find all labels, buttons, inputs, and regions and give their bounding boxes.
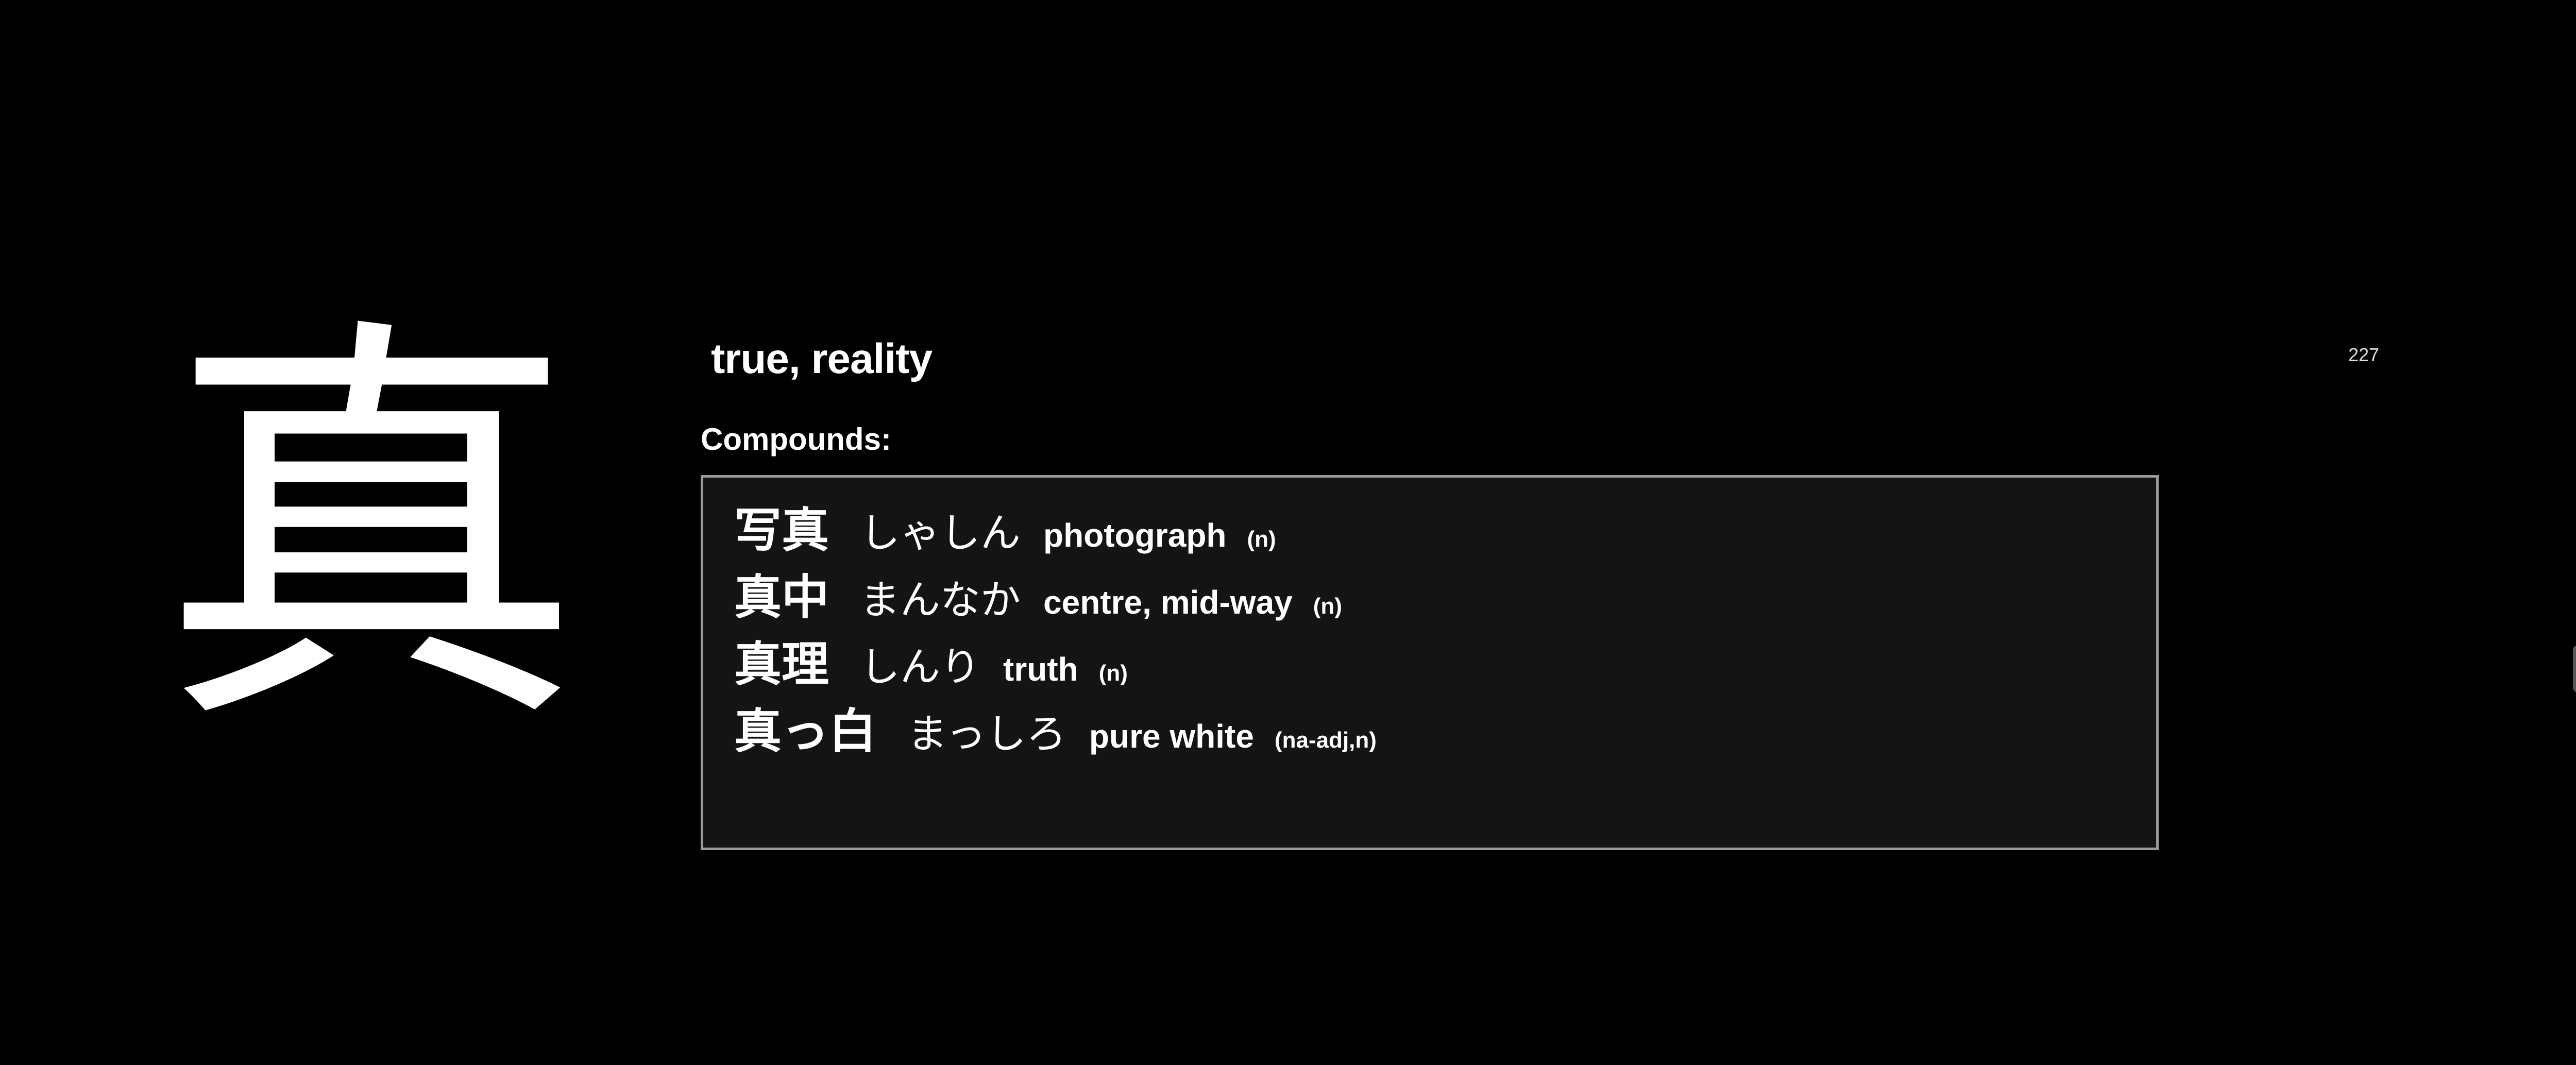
- compound-meaning: truth: [1003, 651, 1078, 688]
- compound-word: 真中: [734, 570, 829, 625]
- compound-part-of-speech: (na-adj,n): [1274, 728, 1377, 753]
- compound-meaning: pure white: [1089, 718, 1254, 755]
- scroll-handle[interactable]: [2573, 645, 2576, 692]
- compound-item: 写真 しゃしん photograph (n): [734, 492, 2125, 559]
- kanji-character: 真: [160, 285, 582, 776]
- compound-reading: しんり: [860, 644, 981, 690]
- compound-word: 真っ白: [734, 704, 877, 759]
- kanji-meaning: true, reality: [711, 335, 933, 382]
- compounds-label: Compounds:: [701, 422, 891, 457]
- compound-item: 真っ白 まっしろ pure white (na-adj,n): [734, 693, 2125, 760]
- compound-meaning: centre, mid-way: [1043, 584, 1293, 621]
- compound-reading: しゃしん: [860, 510, 1021, 556]
- compound-part-of-speech: (n): [1313, 594, 1342, 619]
- compound-reading: まっしろ: [907, 711, 1066, 757]
- compound-part-of-speech: (n): [1098, 661, 1128, 686]
- compound-word: 写真: [734, 503, 829, 558]
- frame-number: 227: [2348, 344, 2380, 365]
- compound-item: 真中 まんなか centre, mid-way (n): [734, 559, 2125, 626]
- compound-item: 真理 しんり truth (n): [734, 626, 2125, 693]
- compound-word: 真理: [734, 637, 829, 692]
- compounds-list: 写真 しゃしん photograph (n) 真中 まんなか centre, m…: [701, 475, 2159, 850]
- compound-meaning: photograph: [1043, 517, 1227, 554]
- compound-reading: まんなか: [860, 577, 1021, 623]
- compound-part-of-speech: (n): [1247, 527, 1276, 552]
